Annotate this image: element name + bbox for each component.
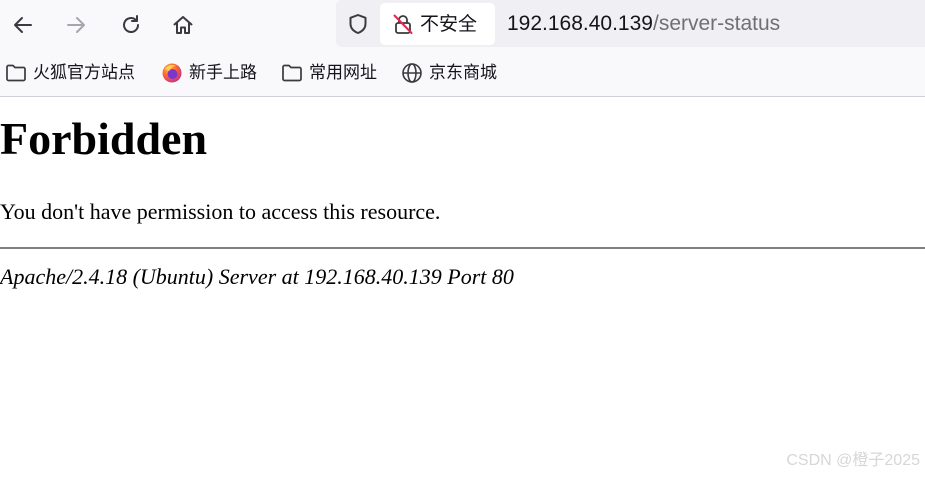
insecure-lock-icon [393, 14, 413, 34]
bookmark-jd-mall[interactable]: 京东商城 [401, 61, 497, 85]
shield-icon [349, 14, 367, 34]
reload-button[interactable] [114, 8, 148, 42]
bookmark-label: 京东商城 [429, 63, 497, 83]
bookmarks-toolbar: 火狐官方站点 新手上路 常用网址 京东商城 [0, 50, 925, 97]
url-path: /server-status [652, 12, 781, 35]
globe-icon [401, 62, 423, 84]
bookmark-label: 常用网址 [309, 63, 377, 83]
bookmark-firefox-official[interactable]: 火狐官方站点 [5, 61, 135, 85]
browser-toolbar: 不安全 192.168.40.139/server-status [0, 0, 925, 50]
bookmark-common-sites[interactable]: 常用网址 [281, 61, 377, 85]
url-field[interactable]: 192.168.40.139/server-status [507, 10, 780, 38]
folder-icon [5, 62, 27, 84]
bookmark-label: 新手上路 [189, 63, 257, 83]
url-host: 192.168.40.139 [507, 12, 653, 35]
reload-icon [123, 15, 139, 33]
home-button[interactable] [166, 8, 200, 42]
watermark: CSDN @橙子2025 [786, 452, 920, 469]
security-label: 不安全 [420, 13, 478, 35]
forward-button[interactable] [59, 8, 93, 42]
server-signature: Apache/2.4.18 (Ubuntu) Server at 192.168… [0, 264, 514, 289]
arrow-right-icon [67, 17, 85, 33]
firefox-icon [161, 62, 183, 84]
back-button[interactable] [6, 8, 40, 42]
tracking-protection-button[interactable] [344, 10, 372, 38]
site-security-indicator[interactable]: 不安全 [380, 3, 495, 45]
page-content: Forbidden You don't have permission to a… [0, 97, 925, 477]
error-message: You don't have permission to access this… [0, 199, 441, 224]
bookmark-label: 火狐官方站点 [33, 63, 135, 83]
page-title: Forbidden [0, 113, 208, 164]
folder-icon [281, 62, 303, 84]
address-bar[interactable]: 不安全 192.168.40.139/server-status [336, 0, 925, 47]
home-icon [173, 16, 193, 34]
bookmark-getting-started[interactable]: 新手上路 [161, 61, 257, 85]
divider [0, 247, 925, 249]
arrow-left-icon [14, 17, 32, 33]
